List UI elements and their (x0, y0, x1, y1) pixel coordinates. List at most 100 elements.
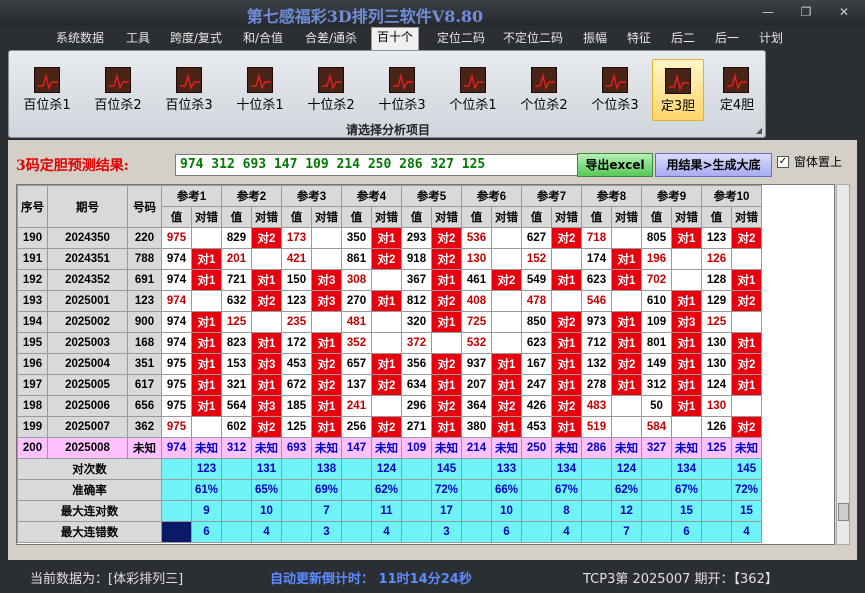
forecast-value: 147 (341, 437, 372, 459)
table-row[interactable]: 195 2025003 168 974 对1 823 对1 172 对1 352 372 532 623… (17, 332, 762, 354)
toolbar-button-3[interactable]: 十位杀1 (232, 59, 288, 121)
menu-item-2[interactable]: 跨度/复式 (167, 29, 225, 49)
forecast-status: 未知 (431, 437, 462, 459)
maximize-icon[interactable]: ❐ (796, 4, 816, 20)
close-icon[interactable]: ✕ (834, 4, 854, 20)
ref-check: 对2 (431, 290, 462, 312)
prediction-label: 3码定胆预测结果: (16, 158, 129, 174)
ref-value: 426 (521, 395, 552, 417)
update-countdown: 自动更新倒计时： 11时14分24秒 (270, 572, 472, 587)
ref-check: 对2 (371, 374, 402, 396)
toolbar-button-5[interactable]: 十位杀3 (374, 59, 430, 121)
toolbar-button-7[interactable]: 个位杀2 (516, 59, 572, 121)
row-period: 2025008 (47, 437, 128, 459)
generate-base-button[interactable]: 用结果>生成大底 (655, 153, 772, 177)
ref-value: 241 (341, 395, 372, 417)
table-row[interactable]: 197 2025005 617 975 对1 321 对1 672 对2 137 对2 634 对1 20… (17, 374, 762, 396)
ref-value: 974 (161, 269, 192, 291)
minimize-icon[interactable]: — (758, 4, 778, 20)
menu-item-1[interactable]: 工具 (123, 29, 153, 49)
toolbar-button-1[interactable]: 百位杀2 (90, 59, 146, 121)
toolbar-button-4[interactable]: 十位杀2 (303, 59, 359, 121)
subheader-value: 值 (161, 206, 192, 228)
vertical-scrollbar[interactable] (836, 184, 850, 545)
column-header-ref: 参考6 (461, 185, 522, 207)
scrollbar-thumb[interactable] (838, 503, 849, 521)
menu-item-5[interactable]: 百十个 (371, 27, 419, 50)
table-row[interactable]: 199 2025007 362 975 602 对2 125 对1 256 对2 271 对1 380 对… (17, 416, 762, 438)
toolbar-button-10[interactable]: 定4胆 (711, 59, 763, 121)
ref-check: 对2 (431, 248, 462, 270)
table-row[interactable]: 192 2024352 691 974 对1 721 对1 150 对3 308 367 对1 461 对… (17, 269, 762, 291)
menu-item-0[interactable]: 系统数据 (55, 29, 105, 49)
ref-value: 519 (581, 416, 612, 438)
menu-item-11[interactable]: 后一 (712, 29, 742, 49)
column-header-ref: 参考2 (221, 185, 282, 207)
forecast-status: 未知 (311, 437, 342, 459)
stat-value: 124 (371, 458, 402, 480)
stat-pad (581, 521, 612, 543)
row-period: 2025003 (47, 332, 128, 354)
stat-label: 对次数 (17, 458, 162, 480)
ref-check: 对1 (731, 332, 762, 354)
menu-item-7[interactable]: 不定位二码 (500, 29, 566, 49)
table-row-forecast[interactable]: 200 2025008 未知 974 未知 312 未知 693 未知 147 未知 109 未知 214… (17, 437, 762, 459)
ref-check (671, 416, 702, 438)
toolbar-button-2[interactable]: 百位杀3 (161, 59, 217, 121)
subheader-check: 对错 (431, 206, 462, 228)
menu-item-8[interactable]: 振幅 (580, 29, 610, 49)
ref-check: 对2 (731, 227, 762, 249)
ref-value: 672 (281, 374, 312, 396)
toolbar-button-9[interactable]: 定3胆 (652, 59, 704, 121)
forecast-value: 693 (281, 437, 312, 459)
toolbar-button-label: 定4胆 (719, 98, 755, 113)
table-row[interactable]: 193 2025001 123 974 632 对2 123 对3 270 对1 812 对2 408 4… (17, 290, 762, 312)
chart-icon (602, 67, 628, 93)
stat-value: 138 (311, 458, 342, 480)
menu-item-9[interactable]: 特征 (624, 29, 654, 49)
stat-pad (521, 521, 552, 543)
menu-item-3[interactable]: 和/合值 (240, 29, 286, 49)
toolbar-button-label: 个位杀3 (591, 98, 639, 113)
menu-item-6[interactable]: 定位二码 (433, 29, 489, 49)
stat-pad (281, 500, 312, 522)
table-row[interactable]: 196 2025004 351 975 对1 153 对3 453 对2 657 对1 356 对2 93… (17, 353, 762, 375)
toolbar-expand-icon[interactable]: ◢ (756, 126, 762, 135)
subheader-check: 对错 (491, 206, 522, 228)
chart-icon (531, 67, 557, 93)
forecast-status: 未知 (251, 437, 282, 459)
export-excel-button[interactable]: 导出excel (577, 153, 653, 177)
pin-window-checkbox[interactable]: ✓ (777, 156, 789, 168)
toolbar-button-0[interactable]: 百位杀1 (19, 59, 75, 121)
menu-item-12[interactable]: 计划 (756, 29, 786, 49)
row-number: 351 (127, 353, 162, 375)
row-number: 123 (127, 290, 162, 312)
ref-check (191, 290, 222, 312)
ref-value: 602 (221, 416, 252, 438)
menu-item-4[interactable]: 合差/通杀 (302, 29, 360, 49)
stat-value: 62% (611, 479, 642, 501)
stat-value: 72% (431, 479, 462, 501)
row-period: 2025001 (47, 290, 128, 312)
ref-value: 408 (461, 290, 492, 312)
results-grid: 序号 期号 号码 参考1 参考2 参考3 参考4 参考5 参考6 参考7 参考8 参考9 参考10 值对错… (16, 184, 835, 545)
row-number: 691 (127, 269, 162, 291)
stat-value: 8 (551, 500, 582, 522)
prediction-result-field[interactable]: 974 312 693 147 109 214 250 286 327 125 (175, 154, 583, 176)
main-content: 3码定胆预测结果: 974 312 693 147 109 214 250 28… (8, 140, 857, 560)
ref-value: 293 (401, 227, 432, 249)
analysis-toolbar: 请选择分析项目 ◢ 百位杀1 百位杀2 百位杀3 十位杀1 十位杀2 十位杀3 个位杀1 个位… (8, 50, 766, 138)
stat-label: 最大连对数 (17, 500, 162, 522)
stat-value: 12 (611, 500, 642, 522)
toolbar-button-6[interactable]: 个位杀1 (445, 59, 501, 121)
ref-value: 975 (161, 416, 192, 438)
menu-item-10[interactable]: 后二 (668, 29, 698, 49)
table-row[interactable]: 198 2025006 656 975 对1 564 对3 185 对1 241 296 对2 364 对… (17, 395, 762, 417)
table-row[interactable]: 190 2024350 220 975 829 对2 173 350 对1 293 对2 536 627… (17, 227, 762, 249)
ref-check: 对1 (191, 269, 222, 291)
toolbar-button-8[interactable]: 个位杀3 (587, 59, 643, 121)
stat-pad (701, 521, 732, 543)
stat-value: 65% (251, 479, 282, 501)
table-row[interactable]: 194 2025002 900 974 对1 125 235 481 320 对1 725 850 对2… (17, 311, 762, 333)
table-row[interactable]: 191 2024351 788 974 对1 201 421 861 对2 918 对2 130 152… (17, 248, 762, 270)
